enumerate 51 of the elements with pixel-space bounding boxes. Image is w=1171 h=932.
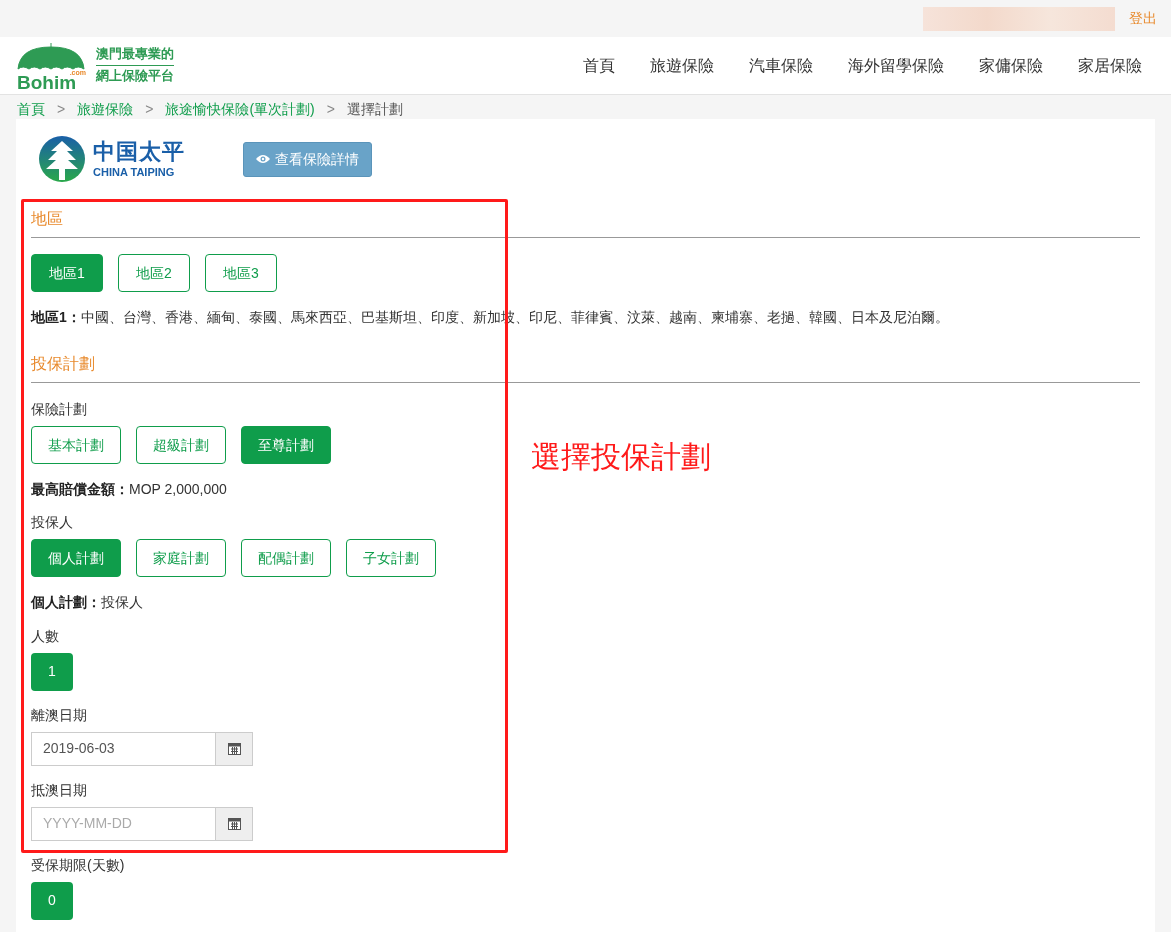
tree-logo-icon — [39, 136, 85, 182]
field-label: 抵澳日期 — [31, 780, 88, 800]
calendar-button[interactable] — [215, 806, 253, 841]
nav-link[interactable]: 家傭保險 — [957, 53, 1056, 78]
insurer-name: 中国太平 — [93, 140, 185, 163]
option-button[interactable]: 家庭計劃 — [136, 539, 226, 578]
info-text: 個人計劃：投保人 — [31, 593, 144, 612]
nav-link[interactable]: 首頁 — [561, 53, 628, 78]
logout-link[interactable]: 登出 — [1129, 8, 1157, 29]
date-field[interactable]: 2019-06-03 — [31, 731, 215, 766]
breadcrumb-current: 選擇計劃 — [346, 100, 403, 119]
nav-link[interactable]: 旅遊保險 — [628, 53, 727, 78]
option-button[interactable]: 至尊計劃 — [241, 426, 331, 465]
breadcrumb-separator: > — [326, 100, 335, 119]
field-label: 投保人 — [31, 513, 74, 533]
count-button[interactable]: 1 — [31, 652, 73, 691]
section-title: 地區 — [31, 195, 1140, 238]
option-button[interactable]: 子女計劃 — [346, 539, 436, 578]
option-button[interactable]: 超級計劃 — [136, 426, 226, 465]
option-button[interactable]: 地區1 — [31, 254, 103, 292]
calendar-icon — [227, 817, 241, 831]
nav-link[interactable]: 汽車保險 — [727, 53, 826, 78]
option-button[interactable]: 配偶計劃 — [241, 539, 331, 578]
insurer-name-english: CHINA TAIPING — [93, 166, 176, 178]
nav-link[interactable]: 家居保險 — [1056, 53, 1155, 78]
option-button[interactable]: 地區3 — [205, 254, 277, 292]
slogan-line: 澳門最專業的 — [96, 47, 174, 66]
field-label: 離澳日期 — [31, 705, 88, 725]
slogan-line: 網上保險平台 — [96, 69, 174, 84]
umbrella-icon — [16, 42, 86, 71]
option-button[interactable]: 地區2 — [118, 254, 190, 292]
field-label: 保險計劃 — [31, 400, 88, 420]
breadcrumb-link[interactable]: 旅途愉快保險(單次計劃) — [165, 99, 315, 119]
field-label: 受保期限(天數) — [31, 855, 126, 875]
view-details-button[interactable]: 查看保險詳情 — [243, 141, 372, 177]
calendar-button[interactable] — [215, 731, 253, 766]
calendar-icon — [227, 742, 241, 756]
section-title: 投保計劃 — [31, 340, 1140, 384]
annotation-text: 選擇投保計劃 — [531, 439, 711, 475]
info-text: 最高賠償金額：MOP 2,000,000 — [31, 480, 228, 499]
date-field[interactable]: YYYY-MM-DD — [31, 806, 215, 841]
count-button[interactable]: 0 — [31, 881, 73, 920]
nav-link[interactable]: 海外留學保險 — [826, 53, 957, 78]
option-button[interactable]: 基本計劃 — [31, 426, 121, 465]
breadcrumb-link[interactable]: 旅遊保險 — [77, 99, 134, 119]
breadcrumb-link[interactable]: 首頁 — [17, 99, 45, 119]
eye-icon — [256, 154, 270, 164]
breadcrumb-separator: > — [145, 100, 154, 119]
breadcrumb-separator: > — [57, 100, 66, 119]
field-label: 人數 — [31, 626, 60, 646]
option-button[interactable]: 個人計劃 — [31, 539, 121, 578]
